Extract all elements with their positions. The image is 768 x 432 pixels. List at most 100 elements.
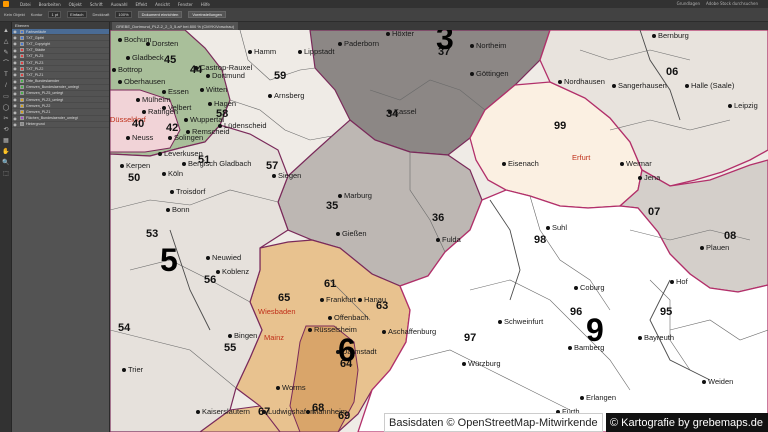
visibility-eye-icon[interactable]: ◉ (12, 41, 18, 46)
visibility-eye-icon[interactable]: ◉ (12, 91, 18, 96)
layer-name: Grenzen_PLZ1 (26, 110, 51, 115)
document-setup-button[interactable]: Dokument einrichten (137, 11, 183, 18)
city-label: Neuss (126, 134, 153, 142)
tool-icon[interactable]: T (2, 72, 10, 79)
tool-icon[interactable]: ⌒ (2, 61, 10, 68)
city-dot-icon (574, 286, 578, 291)
layer-color-swatch (20, 35, 24, 40)
brush-style-select[interactable]: Einfach (67, 11, 87, 18)
plz2-label: 99 (554, 120, 567, 132)
city-name: Offenbach (334, 313, 369, 322)
tool-icon[interactable]: 🔍 (2, 160, 10, 167)
city-dot-icon (652, 34, 656, 39)
tool-icon[interactable]: ◯ (2, 105, 10, 112)
visibility-eye-icon[interactable]: ◉ (12, 85, 18, 90)
tool-icon[interactable]: / (2, 83, 10, 90)
plz2-label: 59 (274, 70, 287, 82)
menu-item-type[interactable]: Schrift (90, 2, 103, 7)
preferences-button[interactable]: Voreinstellungen (188, 11, 226, 18)
brand-credits: © Kartografie by grebemaps.de (606, 413, 768, 432)
city-dot-icon (162, 106, 166, 111)
city-name: Frankfurt (326, 295, 357, 304)
visibility-eye-icon[interactable]: ◉ (12, 60, 18, 65)
tool-icon[interactable]: ✎ (2, 50, 10, 57)
tool-icon[interactable]: ✋ (2, 149, 10, 156)
city-name: Aschaffenburg (388, 327, 437, 336)
city-name: Schweinfurt (504, 317, 544, 326)
city-name: Essen (168, 87, 189, 96)
city-dot-icon (248, 50, 252, 55)
visibility-eye-icon[interactable]: ◉ (12, 122, 18, 127)
city-name: Coburg (580, 283, 605, 292)
visibility-eye-icon[interactable]: ◉ (12, 48, 18, 53)
menu-item-effect[interactable]: Effekt (135, 2, 147, 7)
map-canvas[interactable]: Hamm Lippstadt Paderborn Höxter Northeim Gött… (110, 30, 768, 432)
city-dot-icon (126, 136, 130, 141)
city-dot-icon (166, 208, 170, 213)
visibility-eye-icon[interactable]: ◉ (12, 72, 18, 77)
city-label: Remscheid (186, 128, 230, 136)
stroke-weight-field[interactable]: 1 pt (48, 11, 62, 18)
workspace-switcher[interactable]: Grundlagen (677, 1, 700, 6)
city-dot-icon (168, 136, 172, 141)
plz2-label: 08 (724, 230, 737, 242)
visibility-eye-icon[interactable]: ◉ (12, 54, 18, 59)
city-label: Troisdorf (170, 188, 205, 196)
city-dot-icon (638, 336, 642, 341)
tool-icon[interactable]: ▭ (2, 94, 10, 101)
layer-color-swatch (20, 79, 24, 84)
visibility-eye-icon[interactable]: ◉ (12, 116, 18, 121)
city-name: Hagen (214, 99, 237, 108)
city-name: Bernburg (658, 31, 689, 40)
layer-color-swatch (20, 48, 24, 53)
city-name: Troisdorf (176, 187, 206, 196)
tool-icon[interactable]: ▦ (2, 138, 10, 145)
city-name: Siegen (278, 171, 302, 180)
menu-item-help[interactable]: Hilfe (201, 2, 210, 7)
city-dot-icon (558, 80, 562, 85)
city-name: Witten (206, 85, 228, 94)
selection-status: Kein Objekt (4, 12, 25, 17)
city-name: Weiden (708, 377, 734, 386)
document-tab[interactable]: GREBE_Dortmund_PLZ-2_2_3_5.ai* bei 800 %… (112, 22, 239, 30)
plz2-label: 06 (666, 66, 679, 78)
tool-icon[interactable]: ✂ (2, 116, 10, 123)
menu-item-view[interactable]: Ansicht (155, 2, 170, 7)
city-label: Mülheim (136, 96, 170, 104)
city-dot-icon (158, 152, 162, 157)
menu-item-edit[interactable]: Bearbeiten (39, 2, 61, 7)
city-label: Weiden (702, 378, 733, 386)
tool-icon[interactable]: ▲ (2, 28, 10, 35)
layers-panel-title: Ebenen (12, 22, 109, 29)
plz2-label: 68 (312, 402, 325, 414)
tool-icon[interactable]: ⟲ (2, 127, 10, 134)
menu-item-object[interactable]: Objekt (69, 2, 82, 7)
plz2-label: 42 (166, 122, 179, 134)
city-label: Gießen (336, 230, 367, 238)
plz2-label: 44 (190, 64, 203, 76)
stock-search-input[interactable]: Adobe Stock durchsuchen (706, 1, 758, 6)
plz1-label: 3 (436, 30, 454, 56)
visibility-eye-icon[interactable]: ◉ (12, 97, 18, 102)
menu-item-file[interactable]: Datei (20, 2, 31, 7)
layer-name: TXT_PLZ3 (26, 60, 44, 65)
city-dot-icon (272, 174, 276, 179)
city-dot-icon (546, 226, 550, 231)
city-dot-icon (206, 256, 210, 261)
tool-icon[interactable]: △ (2, 39, 10, 46)
opacity-field[interactable]: 100% (115, 11, 132, 18)
visibility-eye-icon[interactable]: ◉ (12, 66, 18, 71)
city-dot-icon (122, 368, 126, 373)
menu-item-select[interactable]: Auswahl (111, 2, 128, 7)
visibility-eye-icon[interactable]: ◉ (12, 35, 18, 40)
visibility-eye-icon[interactable]: ◉ (12, 103, 18, 108)
visibility-eye-icon[interactable]: ◉ (12, 29, 18, 34)
city-dot-icon (470, 72, 474, 77)
visibility-eye-icon[interactable]: ◉ (12, 110, 18, 115)
visibility-eye-icon[interactable]: ◉ (12, 79, 18, 84)
menu-item-window[interactable]: Fenster (178, 2, 193, 7)
layer-row[interactable]: ◉ Hintergrund (12, 122, 109, 128)
tool-icon[interactable]: ⬚ (2, 171, 10, 178)
layer-name: Grenzen_Bundeslaender_umlegt (26, 85, 79, 90)
city-label: Trier (122, 366, 143, 374)
